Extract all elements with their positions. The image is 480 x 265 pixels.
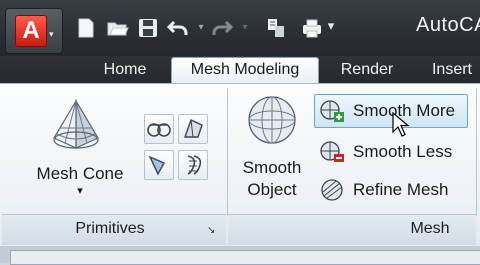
- mouse-cursor-icon: [392, 112, 410, 137]
- smooth-more-icon: [320, 100, 344, 122]
- customize-icon[interactable]: ▾: [326, 18, 336, 34]
- undo-dropdown-icon[interactable]: ▾: [196, 22, 206, 33]
- title-bar: A ▾ ▾ ▾ ▾ AutoCA: [0, 0, 480, 56]
- ribbon: Mesh Cone ▾ Smooth Object Smooth More Sm…: [0, 83, 480, 247]
- mesh-revolve-button[interactable]: [144, 150, 174, 180]
- mesh-edge-button[interactable]: [178, 150, 208, 180]
- primitives-panel-title: Primitives: [75, 220, 145, 237]
- mesh-cylinder-icon: [147, 123, 171, 137]
- mesh-cone-label: Mesh Cone: [36, 164, 124, 183]
- open-icon[interactable]: [106, 16, 130, 40]
- smooth-less-icon: [320, 141, 344, 162]
- refine-mesh-button[interactable]: Refine Mesh: [315, 174, 465, 206]
- refine-mesh-label: Refine Mesh: [353, 180, 449, 199]
- window-title: AutoCA: [416, 14, 480, 36]
- smooth-less-button[interactable]: Smooth Less: [315, 136, 465, 168]
- undo-icon[interactable]: [166, 16, 190, 40]
- panel-separator: [476, 88, 477, 216]
- mesh-edge-icon: [187, 155, 202, 175]
- panel-launcher-icon[interactable]: ↘: [207, 225, 215, 236]
- redo-dropdown-icon[interactable]: ▾: [240, 22, 250, 33]
- redo-icon[interactable]: [210, 16, 234, 40]
- smooth-object-button[interactable]: Smooth Object: [234, 90, 310, 202]
- smooth-object-icon: [248, 96, 296, 144]
- ribbon-tabs: Home Mesh Modeling Render Insert: [0, 56, 480, 84]
- mesh-wedge-button[interactable]: [178, 114, 208, 144]
- mesh-cylinder-button[interactable]: [144, 114, 174, 144]
- tab-render[interactable]: Render: [330, 58, 404, 83]
- mesh-cone-button[interactable]: Mesh Cone ▾: [30, 94, 130, 202]
- refine-mesh-icon: [321, 179, 343, 201]
- smooth-more-button[interactable]: Smooth More: [314, 94, 468, 128]
- match-properties-icon[interactable]: [264, 16, 288, 40]
- mesh-revolve-icon: [148, 155, 165, 176]
- smooth-object-label-line2: Object: [247, 180, 297, 199]
- smooth-less-label: Smooth Less: [353, 142, 453, 161]
- mesh-wedge-icon: [184, 119, 203, 138]
- tab-home[interactable]: Home: [92, 58, 158, 83]
- chevron-down-icon: ▾: [49, 29, 54, 39]
- chevron-down-icon[interactable]: ▾: [30, 184, 130, 197]
- save-icon[interactable]: [136, 16, 160, 40]
- autocad-logo-icon: A: [15, 15, 47, 47]
- plot-icon[interactable]: [300, 16, 324, 40]
- panel-separator: [227, 88, 228, 216]
- tab-mesh-modeling[interactable]: Mesh Modeling: [171, 57, 319, 84]
- mesh-panel-title: Mesh: [410, 220, 450, 237]
- application-menu-button[interactable]: A ▾: [5, 8, 63, 54]
- smooth-object-label-line1: Smooth: [242, 158, 302, 177]
- mesh-cone-icon: [53, 98, 99, 149]
- tab-insert[interactable]: Insert: [422, 58, 480, 83]
- new-icon[interactable]: [74, 16, 98, 40]
